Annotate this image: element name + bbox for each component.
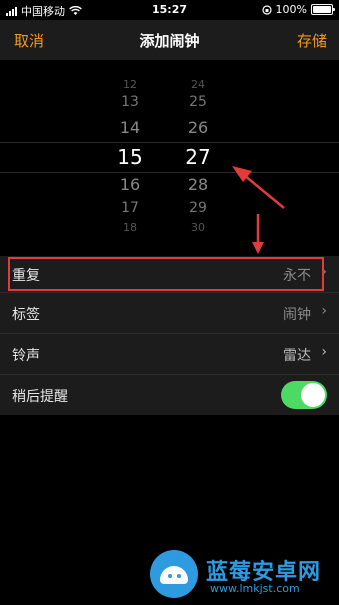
hour-option[interactable]: 13 <box>100 94 160 110</box>
orientation-lock-icon <box>261 4 272 15</box>
logo-face <box>160 566 188 584</box>
chevron-right-icon: › <box>321 303 327 319</box>
tag-row[interactable]: 标签 闹钟 › <box>0 293 339 334</box>
battery-icon <box>311 4 335 15</box>
minute-option[interactable]: 25 <box>168 94 228 110</box>
hour-option[interactable]: 12 <box>100 78 160 91</box>
minute-option[interactable]: 28 <box>168 175 228 194</box>
minute-option[interactable]: 24 <box>168 78 228 91</box>
tag-value: 闹钟 <box>283 307 311 323</box>
logo-eye <box>168 574 172 578</box>
hour-option[interactable]: 17 <box>100 200 160 216</box>
save-button[interactable]: 存储 <box>297 30 327 51</box>
picker-selection-bottom <box>0 172 339 173</box>
snooze-label: 稍后提醒 <box>12 389 68 405</box>
nav-bar: 取消 添加闹钟 存储 <box>0 20 339 60</box>
watermark: 蓝莓安卓网 www.lmkjst.com <box>150 548 335 603</box>
snooze-toggle[interactable] <box>281 381 327 409</box>
minute-option[interactable]: 30 <box>168 221 228 234</box>
snooze-row: 稍后提醒 <box>0 375 339 415</box>
hour-selected[interactable]: 15 <box>100 145 160 169</box>
annotation-highlight-box <box>8 257 324 291</box>
android-logo-icon <box>150 550 198 598</box>
sound-value: 雷达 <box>283 348 311 364</box>
hour-option[interactable]: 14 <box>100 118 160 137</box>
tag-label: 标签 <box>12 307 40 323</box>
minute-option[interactable]: 29 <box>168 200 228 216</box>
hour-option[interactable]: 18 <box>100 221 160 234</box>
battery-percent: 100% <box>275 3 307 16</box>
toggle-knob <box>301 383 325 407</box>
minute-option[interactable]: 26 <box>168 118 228 137</box>
sound-row[interactable]: 铃声 雷达 › <box>0 334 339 375</box>
sound-label: 铃声 <box>12 348 40 364</box>
logo-eye <box>177 574 181 578</box>
status-bar: 中国移动 15:27 100% <box>0 0 339 20</box>
time-picker[interactable]: 12 13 14 15 16 17 18 24 25 26 27 28 29 3… <box>0 60 339 242</box>
page-title: 添加闹钟 <box>139 32 200 50</box>
hour-option[interactable]: 16 <box>100 175 160 194</box>
minute-selected[interactable]: 27 <box>168 145 228 169</box>
status-right: 100% <box>261 3 335 16</box>
picker-selection-top <box>0 142 339 143</box>
watermark-url: www.lmkjst.com <box>210 582 300 595</box>
chevron-right-icon: › <box>321 344 327 360</box>
